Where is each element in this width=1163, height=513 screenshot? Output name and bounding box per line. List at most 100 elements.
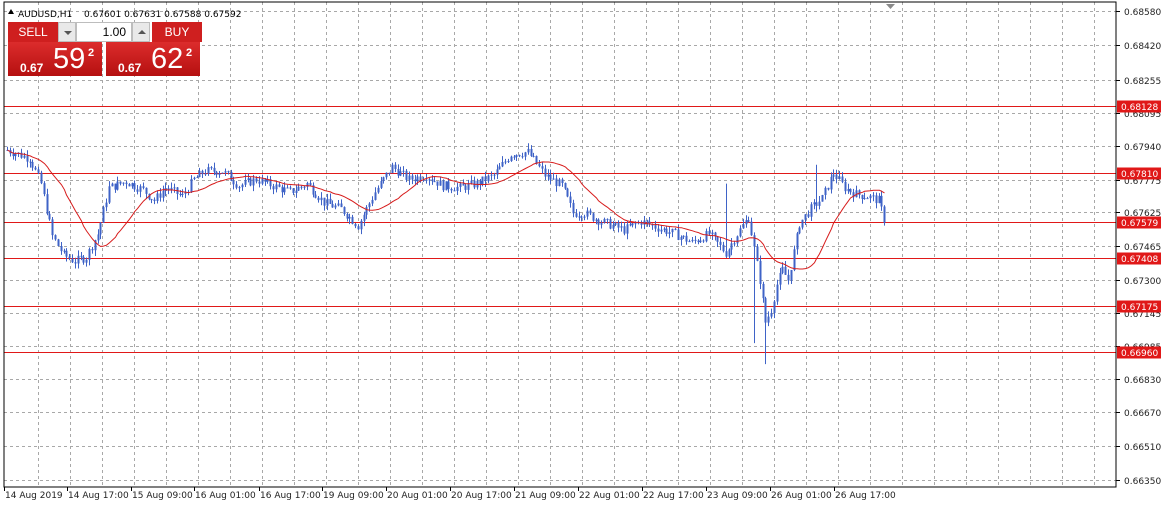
- candle-body: [496, 169, 499, 175]
- candle-body: [286, 187, 289, 189]
- candle-body: [232, 180, 235, 185]
- candle-body: [841, 176, 844, 182]
- candle-body: [309, 182, 312, 186]
- candle-body: [702, 240, 705, 242]
- candle-body: [48, 213, 51, 220]
- lot-size-input[interactable]: [76, 22, 132, 42]
- candle-body: [547, 174, 550, 177]
- candle-body: [623, 226, 626, 234]
- candle-body: [357, 226, 360, 230]
- candle-body: [99, 222, 102, 235]
- candle-body: [334, 205, 337, 208]
- candle-body: [156, 193, 159, 201]
- candle-body: [487, 175, 490, 182]
- candle-body: [801, 219, 804, 228]
- candle-body: [272, 186, 275, 190]
- candle-body: [459, 183, 462, 187]
- candle-body: [530, 148, 533, 156]
- candle-body: [863, 198, 866, 200]
- buy-quote-button[interactable]: 0.67 62 2: [106, 42, 200, 76]
- candle-body: [34, 167, 37, 170]
- candle-body: [490, 174, 493, 176]
- level-label: 0.66960: [1121, 349, 1158, 359]
- candle-body: [515, 155, 518, 158]
- candle-body: [23, 155, 26, 158]
- candle-body: [82, 256, 85, 263]
- ohlc-label: 0.67601 0.67631 0.67588 0.67592: [84, 10, 241, 20]
- candle-body: [770, 312, 773, 317]
- candle-body: [781, 266, 784, 273]
- lot-increase-icon[interactable]: [132, 22, 150, 42]
- candle-body: [711, 232, 714, 235]
- y-tick-label: 0.66830: [1124, 376, 1161, 386]
- candle-body: [224, 171, 227, 173]
- candle-body: [388, 172, 391, 174]
- candle-body: [660, 229, 663, 232]
- candle-body: [326, 198, 329, 206]
- candle-body: [524, 152, 527, 157]
- sell-quote-button[interactable]: 0.67 59 2: [8, 42, 102, 76]
- candle-body: [179, 193, 182, 195]
- candle-body: [111, 183, 114, 187]
- candle-body: [566, 188, 569, 197]
- y-tick-label: 0.67940: [1124, 143, 1161, 153]
- candle-body: [196, 177, 199, 179]
- candle-body: [385, 172, 388, 178]
- candle-body: [68, 256, 71, 259]
- candle-body: [261, 178, 264, 184]
- candle-body: [796, 233, 799, 250]
- candle-body: [575, 213, 578, 217]
- candle-body: [728, 249, 731, 257]
- candle-body: [351, 216, 354, 224]
- sell-button[interactable]: SELL: [8, 22, 58, 42]
- candle-body: [643, 220, 646, 225]
- candle-body: [258, 181, 261, 184]
- level-label: 0.68128: [1121, 103, 1158, 113]
- candle-body: [97, 234, 100, 241]
- candle-body: [705, 231, 708, 242]
- candle-body: [736, 236, 739, 244]
- candle-body: [131, 183, 134, 187]
- candle-body: [606, 218, 609, 220]
- candle-body: [733, 243, 736, 245]
- candle-body: [646, 220, 649, 222]
- candle-body: [589, 210, 592, 214]
- candle-body: [798, 227, 801, 234]
- buy-quote-small: 2: [186, 47, 193, 59]
- candle-body: [663, 228, 666, 230]
- level-label: 0.67175: [1121, 303, 1158, 313]
- candle-body: [317, 197, 320, 201]
- candle-body: [54, 235, 57, 240]
- candle-body: [827, 187, 830, 190]
- x-tick-label: 16 Aug 01:00: [195, 491, 256, 501]
- x-tick-label: 22 Aug 17:00: [643, 491, 704, 501]
- candle-body: [43, 183, 46, 195]
- candle-body: [442, 180, 445, 191]
- candle-body: [753, 235, 756, 247]
- candle-body: [479, 180, 482, 185]
- one-click-trading-panel: SELL BUY 0.67 59 2 0.67 62 2: [6, 20, 202, 78]
- candle-body: [453, 190, 456, 192]
- lot-decrease-icon[interactable]: [58, 22, 76, 42]
- candle-body: [810, 204, 813, 217]
- candle-body: [439, 180, 442, 186]
- x-tick-label: 15 Aug 09:00: [132, 491, 193, 501]
- candle-body: [354, 223, 357, 227]
- candle-body: [74, 262, 77, 264]
- buy-button[interactable]: BUY: [152, 22, 202, 42]
- candle-body: [612, 224, 615, 229]
- candle-body: [776, 284, 779, 302]
- candle-body: [747, 220, 750, 222]
- sell-quote-big: 59: [53, 43, 86, 75]
- candle-body: [564, 183, 567, 189]
- candle-body: [215, 171, 218, 175]
- candle-body: [210, 167, 213, 169]
- y-tick-label: 0.67465: [1124, 243, 1161, 253]
- candle-body: [102, 207, 105, 223]
- candle-body: [745, 220, 748, 225]
- candle-body: [518, 155, 521, 157]
- candle-body: [162, 190, 165, 198]
- x-tick-label: 14 Aug 2019: [5, 491, 63, 501]
- candle-body: [428, 179, 431, 181]
- candle-body: [374, 192, 377, 200]
